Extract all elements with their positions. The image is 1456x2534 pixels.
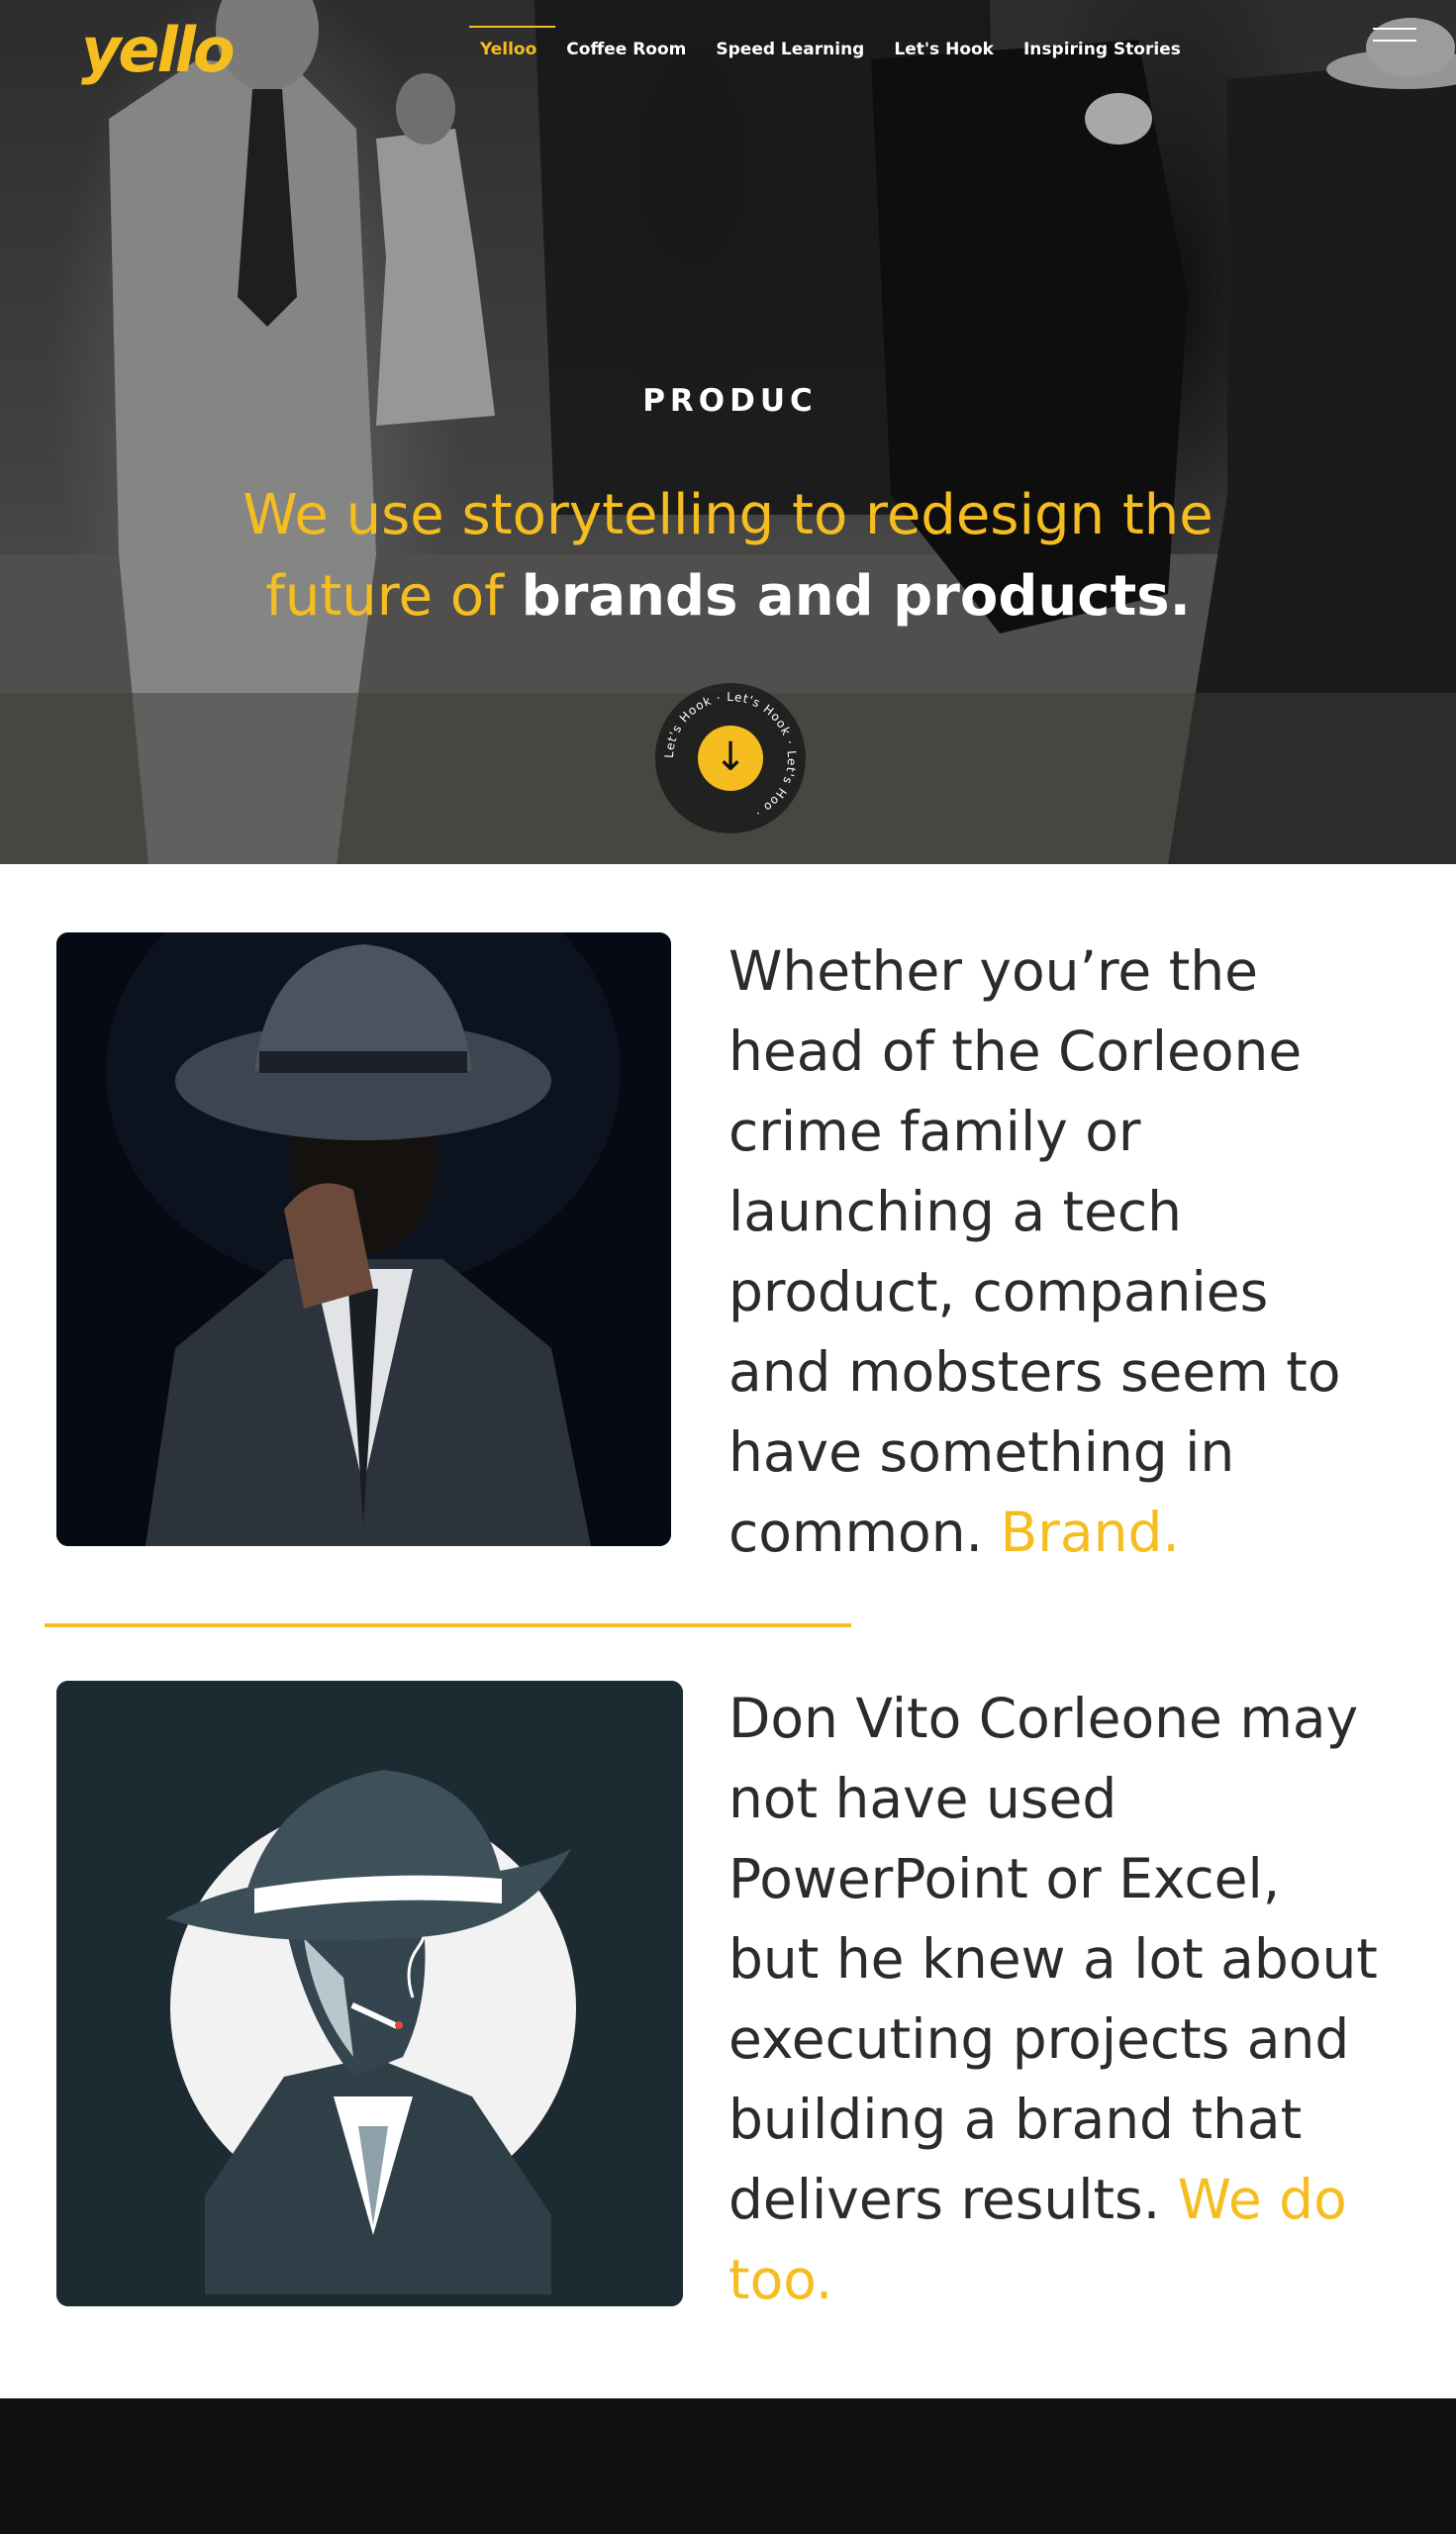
nav-item-speed-learning[interactable]: Speed Learning: [701, 40, 879, 59]
nav-item-inspiring-stories[interactable]: Inspiring Stories: [1009, 40, 1196, 59]
footer: [0, 2398, 1456, 2534]
logo[interactable]: yello: [81, 14, 236, 86]
hero-eyebrow: PRODUC: [642, 383, 818, 419]
hamburger-icon[interactable]: [1373, 28, 1416, 55]
hero-section: yello Yelloo Coffee Room Speed Learning …: [0, 0, 1456, 864]
mobster-illustration: [56, 1681, 683, 2306]
section-2-text: Don Vito Corleone may not have used Powe…: [728, 1687, 1378, 2311]
scroll-down-badge[interactable]: Let's Hook · Let's Hook · Let's Hoo · ↓: [655, 683, 806, 833]
arrow-down-icon[interactable]: ↓: [698, 726, 763, 791]
section-1-text: Whether you’re the head of the Corleone …: [728, 939, 1341, 1564]
nav-item-yelloo[interactable]: Yelloo: [465, 26, 556, 59]
section-divider: [45, 1623, 851, 1627]
fedora-man-photo: [56, 932, 671, 1546]
main-nav: Yelloo Coffee Room Speed Learning Let's …: [465, 26, 1196, 59]
nav-item-coffee-room[interactable]: Coffee Room: [551, 40, 701, 59]
hero-headline: We use storytelling to redesign the futu…: [243, 483, 1213, 629]
nav-item-lets-hook[interactable]: Let's Hook: [879, 40, 1009, 59]
